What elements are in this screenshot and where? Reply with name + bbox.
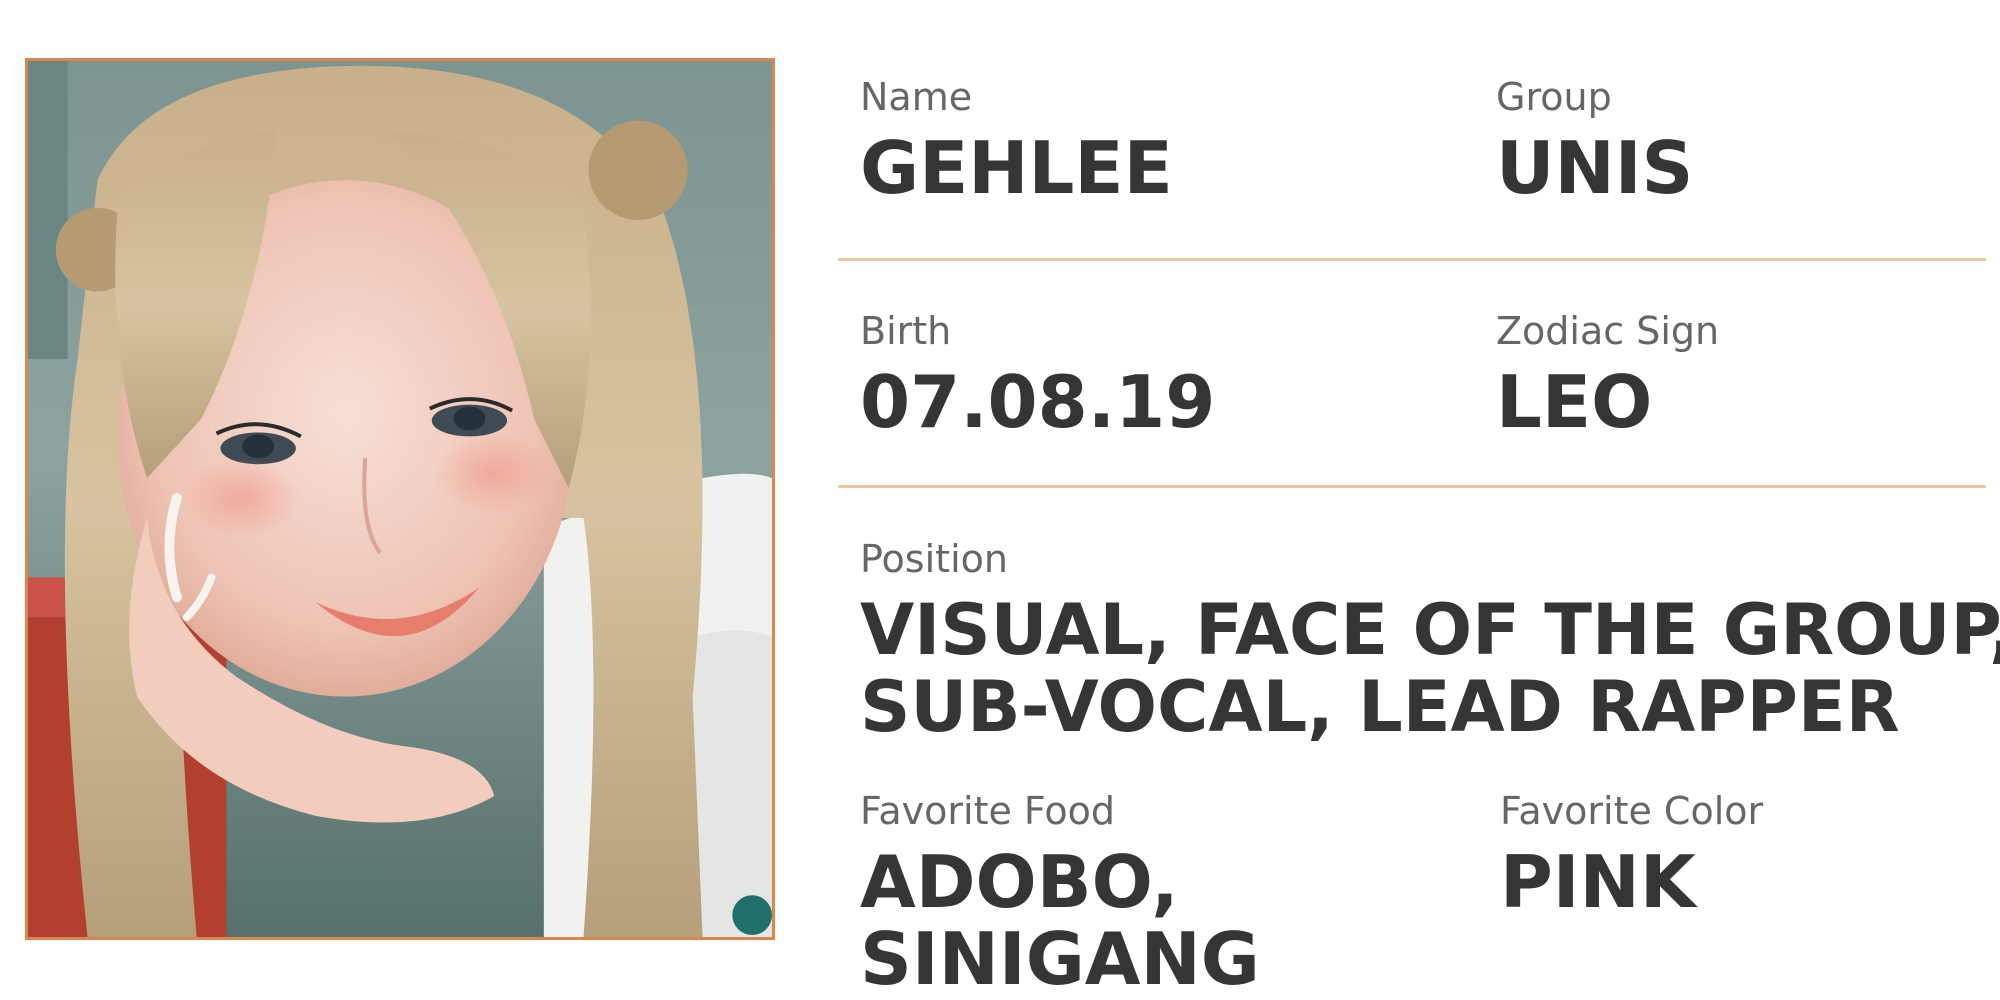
zodiac-field: Zodiac Sign LEO [1496,309,1720,444]
divider-2 [838,485,1986,488]
favorite-food-label: Favorite Food [860,789,1116,833]
favorite-color-field: Favorite Color PINK [1500,789,1764,924]
profile-photo [25,58,775,940]
profile-card: Name GEHLEE Group UNIS Birth 07.08.19 Zo… [0,0,2000,1000]
group-label: Group [1496,75,1612,119]
portrait-image [28,61,772,937]
favorite-food-field: Favorite Food ADOBO, SINIGANG [860,789,1260,1000]
birth-value: 07.08.19 [860,359,1216,444]
name-value: GEHLEE [860,125,1173,210]
position-value-line-2: SUB-VOCAL, LEAD RAPPER [860,665,1900,748]
zodiac-label: Zodiac Sign [1496,309,1720,353]
name-label: Name [860,75,973,119]
birth-label: Birth [860,309,952,353]
favorite-food-value: ADOBO, SINIGANG [860,839,1260,1000]
birth-field: Birth 07.08.19 [860,309,1216,444]
favorite-food-line-2: SINIGANG [860,916,1260,1000]
position-label: Position [860,537,1008,581]
favorite-color-value: PINK [1500,839,1696,924]
divider-1 [838,258,1986,261]
name-field: Name GEHLEE [860,75,1173,210]
favorite-food-line-1: ADOBO, [860,839,1179,924]
position-field: Position VISUAL, FACE OF THE GROUP, SUB-… [860,537,2000,748]
group-field: Group UNIS [1496,75,1694,210]
favorite-color-label: Favorite Color [1500,789,1764,833]
position-value: VISUAL, FACE OF THE GROUP, SUB-VOCAL, LE… [860,588,2000,748]
position-value-line-1: VISUAL, FACE OF THE GROUP, [860,588,2000,671]
zodiac-value: LEO [1496,359,1653,444]
group-value: UNIS [1496,125,1694,210]
